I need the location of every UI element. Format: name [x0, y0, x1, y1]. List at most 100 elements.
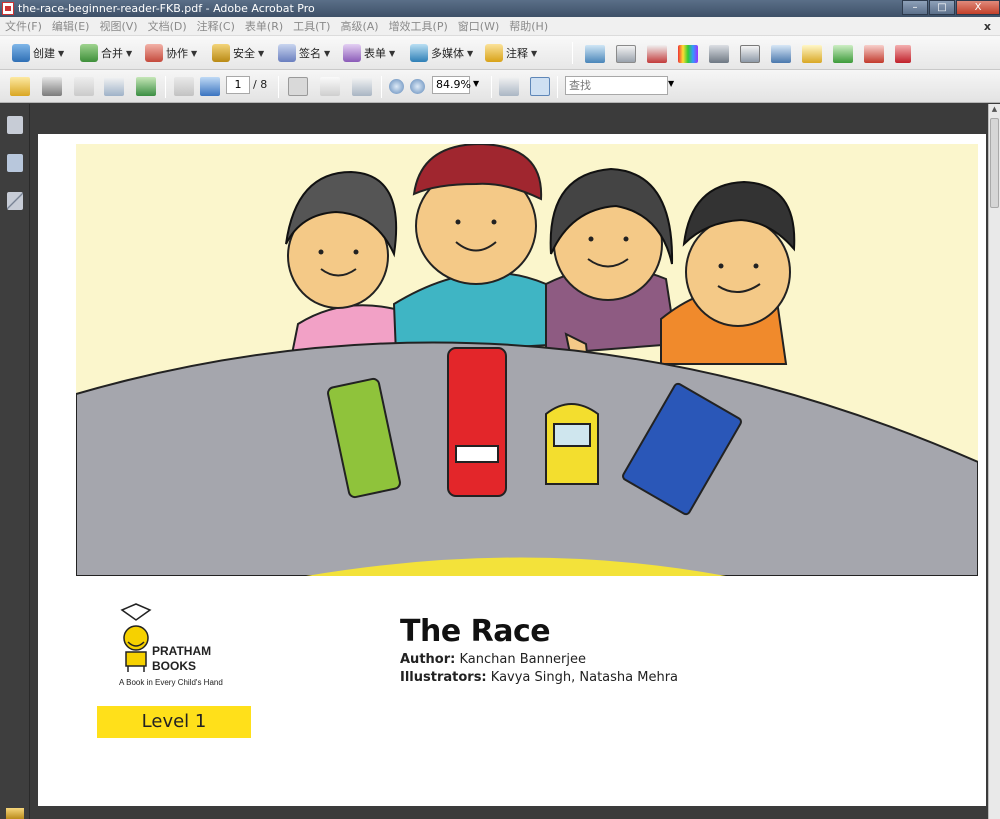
illustrators-label: Illustrators:: [400, 670, 487, 685]
menu-comments[interactable]: 注释(C): [192, 17, 240, 36]
author-name: Kanchan Bannerjee: [459, 652, 587, 667]
zoom-tool-icon[interactable]: [352, 77, 372, 96]
menu-file[interactable]: 文件(F): [0, 17, 47, 36]
flask-icon[interactable]: [709, 45, 729, 63]
print-icon[interactable]: [42, 77, 62, 96]
menu-tools[interactable]: 工具(T): [288, 17, 335, 36]
zoom-out-icon[interactable]: [389, 79, 404, 94]
share-icon[interactable]: [136, 77, 156, 96]
lock-icon: [212, 44, 230, 62]
author-label: Author:: [400, 652, 456, 667]
hand-tool-icon[interactable]: [320, 77, 340, 96]
book-reader-logo-icon: [120, 603, 152, 672]
sign-button[interactable]: 签名 ▼: [278, 43, 330, 63]
menu-plugins[interactable]: 增效工具(P): [384, 17, 453, 36]
print-production-icon[interactable]: [647, 45, 667, 63]
multimedia-button[interactable]: 多媒体 ▼: [410, 43, 473, 63]
attachments-icon[interactable]: [6, 808, 24, 819]
reading-level-badge: Level 1: [97, 706, 251, 738]
publisher-name-line1: PRATHAM: [152, 644, 212, 658]
menu-forms[interactable]: 表单(R): [240, 17, 288, 36]
email-icon[interactable]: [104, 77, 124, 96]
menu-edit[interactable]: 编辑(E): [47, 17, 95, 36]
minimize-button[interactable]: –: [902, 0, 928, 15]
page-display-icon[interactable]: [585, 45, 605, 63]
comment-button[interactable]: 注释 ▼: [485, 43, 537, 63]
create-icon: [12, 44, 30, 62]
save-icon[interactable]: [74, 77, 94, 96]
publisher-name: PRATHAM BOOKS: [152, 644, 211, 674]
close-document-button[interactable]: x: [979, 17, 996, 36]
export-icon[interactable]: [833, 45, 853, 63]
pdf-file-icon: [2, 2, 14, 15]
sign-label: 签名: [299, 47, 321, 60]
navigation-toolbar: [0, 70, 1000, 103]
pen-icon: [278, 44, 296, 62]
scroll-thumb[interactable]: [990, 118, 999, 208]
secure-label: 安全: [233, 47, 255, 60]
secure-button[interactable]: 安全 ▼: [212, 43, 264, 63]
edit-object-icon[interactable]: [740, 45, 760, 63]
vertical-scrollbar[interactable]: ▲: [988, 104, 1000, 819]
scroll-up-icon[interactable]: ▲: [990, 105, 999, 117]
book-title: The Race: [400, 614, 551, 649]
window-titlebar: the-race-beginner-reader-FKB.pdf - Adobe…: [0, 0, 1000, 17]
multimedia-label: 多媒体: [431, 47, 464, 60]
create-button[interactable]: 创建 ▼: [12, 43, 64, 63]
page-number-input[interactable]: 1: [226, 76, 250, 94]
combine-icon: [80, 44, 98, 62]
form-icon: [343, 44, 361, 62]
multimedia-icon: [410, 44, 428, 62]
forms-label: 表单: [364, 47, 386, 60]
pdf-page: PRATHAM BOOKS A Book in Every Child's Ha…: [38, 134, 986, 806]
publisher-logo: PRATHAM BOOKS A Book in Every Child's Ha…: [116, 602, 266, 702]
select-text-icon[interactable]: [288, 77, 308, 96]
acrobat-icon[interactable]: [895, 45, 911, 63]
publisher-tagline: A Book in Every Child's Hand: [119, 678, 223, 687]
pencil-icon[interactable]: [802, 45, 822, 63]
illustrators-names: Kavya Singh, Natasha Mehra: [490, 670, 679, 685]
next-page-icon[interactable]: [200, 77, 220, 96]
tasks-toolbar: 创建 ▼ 合并 ▼ 协作 ▼ 安全 ▼ 签名 ▼ 表单 ▼ 多媒体 ▼ 注释 ▼: [0, 36, 1000, 70]
author-line: Author: Kanchan Bannerjee: [400, 652, 586, 667]
combine-button[interactable]: 合并 ▼: [80, 43, 132, 63]
pages-panel-icon[interactable]: [7, 116, 23, 134]
collaborate-label: 协作: [166, 47, 188, 60]
crop-icon[interactable]: [616, 45, 636, 63]
menu-document[interactable]: 文档(D): [143, 17, 192, 36]
illustrators-line: Illustrators: Kavya Singh, Natasha Mehra: [400, 670, 678, 685]
forms-button[interactable]: 表单 ▼: [343, 43, 395, 63]
maximize-button[interactable]: □: [929, 0, 955, 15]
comment-icon: [485, 44, 503, 62]
fit-page-icon[interactable]: [530, 77, 550, 96]
window-title: the-race-beginner-reader-FKB.pdf - Adobe…: [18, 2, 315, 15]
menu-advanced[interactable]: 高级(A): [335, 17, 383, 36]
comment-label: 注释: [506, 47, 528, 60]
zoom-input[interactable]: 84.9%: [432, 76, 471, 94]
menu-bar: 文件(F) 编辑(E) 视图(V) 文档(D) 注释(C) 表单(R) 工具(T) 高级(A)…: [0, 17, 1000, 36]
find-dropdown-icon[interactable]: ▼: [668, 79, 674, 88]
combine-label: 合并: [101, 47, 123, 60]
color-icon[interactable]: [678, 45, 698, 63]
open-folder-icon[interactable]: [10, 77, 30, 96]
bookmarks-panel-icon[interactable]: [7, 154, 23, 172]
signatures-panel-icon[interactable]: [7, 192, 23, 210]
menu-help[interactable]: 帮助(H): [504, 17, 553, 36]
find-input[interactable]: 查找: [565, 76, 668, 95]
pdf-optimize-icon[interactable]: [864, 45, 884, 63]
close-button[interactable]: X: [956, 0, 1000, 15]
menu-view[interactable]: 视图(V): [94, 17, 142, 36]
navigation-panel: [0, 104, 30, 819]
create-label: 创建: [33, 47, 55, 60]
touchup-icon[interactable]: [771, 45, 791, 63]
collaborate-icon: [145, 44, 163, 62]
window-controls: – □ X: [901, 0, 1000, 17]
scroll-mode-icon[interactable]: [499, 77, 519, 96]
zoom-in-icon[interactable]: [410, 79, 425, 94]
zoom-dropdown-icon[interactable]: ▼: [473, 79, 479, 88]
collaborate-button[interactable]: 协作 ▼: [145, 43, 197, 63]
menu-window[interactable]: 窗口(W): [453, 17, 504, 36]
previous-page-icon[interactable]: [174, 77, 194, 96]
cover-illustration: [76, 144, 978, 576]
publisher-name-line2: BOOKS: [152, 659, 197, 673]
